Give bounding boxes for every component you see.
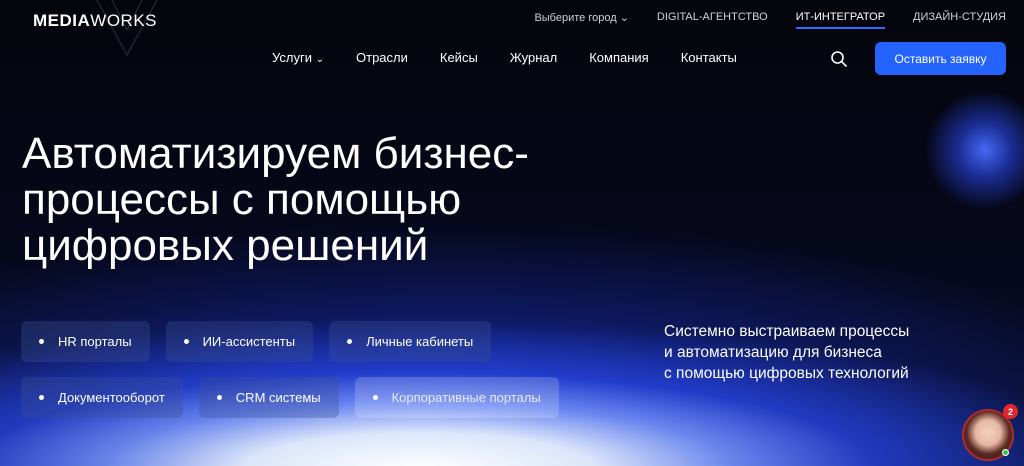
- description-line-1: Системно выстраиваем процессы: [664, 323, 910, 340]
- description-line-3: с помощью цифровых технологий: [664, 365, 909, 382]
- top-link-digital[interactable]: DIGITAL-АГЕНТСТВО: [657, 11, 768, 24]
- chip-personal-accounts[interactable]: Личные кабинеты: [329, 321, 492, 362]
- request-button[interactable]: Оставить заявку: [875, 42, 1006, 75]
- chevron-down-icon: ⌄: [315, 54, 324, 65]
- main-nav: Услуги ⌄ Отрасли Кейсы Журнал Компания К…: [272, 50, 737, 65]
- top-links: Выберите город ⌄ DIGITAL-АГЕНТСТВО ИТ-ИН…: [534, 11, 1006, 29]
- logo[interactable]: MEDIAWORKS: [33, 11, 157, 31]
- logo-text-bold: MEDIA: [33, 11, 91, 30]
- chat-badge: 2: [1003, 404, 1018, 419]
- online-indicator: [1002, 449, 1009, 456]
- top-link-it[interactable]: ИТ-ИНТЕГРАТОР: [795, 11, 886, 29]
- search-icon[interactable]: [829, 49, 849, 69]
- chevron-down-icon: ⌄: [619, 12, 629, 24]
- description-line-2: и автоматизацию для бизнеса: [664, 344, 882, 361]
- chip-label: Личные кабинеты: [366, 334, 474, 349]
- chip-document-flow[interactable]: Документооборот: [21, 377, 183, 418]
- chip-crm-systems[interactable]: CRM системы: [198, 377, 339, 418]
- logo-text-thin: WORKS: [90, 11, 158, 30]
- nav-services[interactable]: Услуги ⌄: [272, 50, 324, 65]
- chip-label: Корпоративные порталы: [391, 390, 541, 405]
- title-line-1: Автоматизируем бизнес-: [22, 129, 529, 178]
- chip-label: Документооборот: [58, 390, 165, 405]
- nav-industries[interactable]: Отрасли: [356, 50, 408, 65]
- chip-label: CRM системы: [235, 390, 321, 405]
- city-label: Выберите город: [534, 12, 617, 24]
- bullet-icon: [39, 395, 44, 400]
- page-title: Автоматизируем бизнес- процессы с помощь…: [22, 131, 642, 269]
- nav-journal[interactable]: Журнал: [510, 50, 557, 65]
- title-line-2: процессы с помощью: [22, 175, 462, 224]
- chip-corporate-portals[interactable]: Корпоративные порталы: [354, 377, 559, 418]
- bullet-icon: [183, 339, 189, 344]
- chip-ai-assistants[interactable]: ИИ-ассистенты: [165, 321, 314, 362]
- title-line-3: цифровых решений: [22, 221, 429, 270]
- hero-description: Системно выстраиваем процессы и автомати…: [664, 321, 984, 384]
- bullet-icon: [216, 395, 222, 400]
- chip-row-2: Документооборот CRM системы Корпоративны…: [21, 377, 559, 418]
- nav-cases[interactable]: Кейсы: [440, 50, 478, 65]
- chip-label: HR порталы: [58, 334, 132, 349]
- chip-row-1: HR порталы ИИ-ассистенты Личные кабинеты: [21, 321, 559, 362]
- nav-company[interactable]: Компания: [589, 50, 649, 65]
- bullet-icon: [372, 395, 378, 400]
- chip-label: ИИ-ассистенты: [202, 334, 296, 349]
- city-selector[interactable]: Выберите город ⌄: [534, 11, 628, 24]
- chip-hr-portals[interactable]: HR порталы: [21, 321, 150, 362]
- nav-contacts[interactable]: Контакты: [681, 50, 737, 65]
- bullet-icon: [347, 339, 353, 344]
- top-bar: MEDIAWORKS Выберите город ⌄ DIGITAL-АГЕН…: [0, 0, 1024, 36]
- nav-services-label: Услуги: [272, 50, 312, 65]
- top-link-design[interactable]: ДИЗАЙН-СТУДИЯ: [913, 11, 1006, 24]
- service-chips: HR порталы ИИ-ассистенты Личные кабинеты…: [21, 321, 559, 433]
- bullet-icon: [39, 339, 44, 344]
